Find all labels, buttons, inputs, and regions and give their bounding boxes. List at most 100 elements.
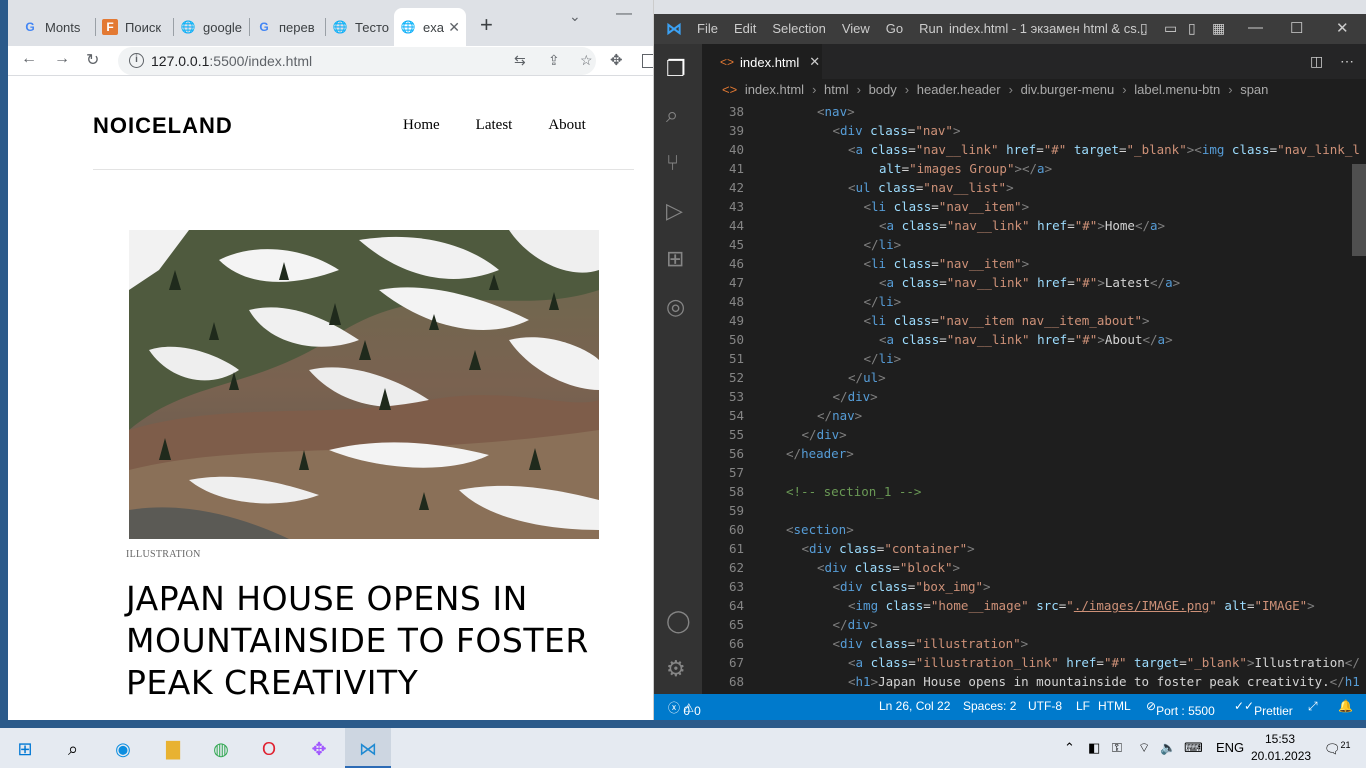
prettier-status[interactable]: ✓✓ Prettier (1234, 699, 1293, 718)
menu-file[interactable]: File (697, 21, 718, 36)
editor-scrollbar[interactable] (1352, 164, 1366, 256)
show-hidden-icons-chevron[interactable]: ⌃ (1064, 740, 1075, 756)
notifications-bell-icon[interactable]: 🔔 (1338, 699, 1353, 713)
breadcrumb-item[interactable]: body (869, 82, 897, 97)
toggle-secondary-sidebar-icon[interactable]: ▯ (1188, 20, 1196, 37)
code-line[interactable]: <a class="illustration_link" href="#" ta… (848, 655, 1360, 670)
explorer-icon[interactable]: ❐ (666, 56, 686, 82)
browser-tab[interactable]: G перев (250, 8, 326, 46)
code-line[interactable]: </header> (786, 446, 854, 461)
menu-edit[interactable]: Edit (734, 21, 756, 36)
cursor-position[interactable]: Ln 26, Col 22 (879, 699, 950, 713)
edge-devtools-icon[interactable]: ◎ (666, 294, 685, 320)
browser-tab[interactable]: 🌐 google (174, 8, 250, 46)
back-arrow-icon[interactable]: ← (21, 50, 37, 68)
close-window-button[interactable]: ✕ (1336, 19, 1349, 37)
side-panel-icon[interactable] (642, 54, 653, 68)
toggle-sidebar-icon[interactable]: ▯ (1140, 20, 1148, 37)
split-editor-icon[interactable]: ◫ (1310, 53, 1323, 70)
address-bar[interactable]: i 127.0.0.1:5500/index.html ⇆ ⇪ ☆ (118, 47, 596, 75)
extensions-puzzle-icon[interactable]: ✥ (610, 51, 623, 69)
windows-start-icon[interactable]: ⊞ (12, 736, 38, 762)
menu-selection[interactable]: Selection (772, 21, 825, 36)
language-mode[interactable]: HTML (1098, 699, 1131, 713)
code-editor[interactable]: 38 <nav> 39 <div class="nav"> 40 <a class="na… (702, 104, 1366, 694)
new-tab-button[interactable]: + (480, 14, 493, 36)
breadcrumb-item[interactable]: header.header (917, 82, 1001, 97)
browser-tab[interactable]: F Поиск (96, 8, 174, 46)
nav-link-about[interactable]: About (548, 117, 586, 134)
close-editor-icon[interactable]: ✕ (809, 54, 820, 70)
clock[interactable]: 15:53 20.01.2023 (1251, 731, 1311, 765)
breadcrumb-item[interactable]: span (1240, 82, 1268, 97)
code-line[interactable]: <a class="nav__link" href="#" target="_b… (848, 142, 1360, 157)
run-debug-icon[interactable]: ▷ (666, 198, 683, 224)
code-line[interactable]: <div class="nav"> (833, 123, 961, 138)
accounts-icon[interactable]: ◯ (666, 608, 691, 634)
keyboard-icon[interactable]: ⌨ (1184, 740, 1203, 756)
code-line[interactable]: alt="images Group"></a> (879, 161, 1052, 176)
vscode-icon[interactable]: ⋈ (355, 736, 381, 762)
indentation[interactable]: Spaces: 2 (963, 699, 1016, 713)
file-explorer-icon[interactable]: ▇ (160, 736, 186, 762)
code-line[interactable]: <div class="block"> (817, 560, 960, 575)
volume-icon[interactable]: 🔈 (1160, 740, 1176, 756)
code-line[interactable]: <img class="home__image" src="./images/I… (848, 598, 1315, 613)
editor-tab-index-html[interactable]: <> index.html ✕ (702, 44, 822, 79)
site-logo[interactable]: NOICELAND (93, 113, 233, 139)
code-line[interactable]: </ul> (848, 370, 886, 385)
code-line[interactable]: <a class="nav__link" href="#">Home</a> (879, 218, 1165, 233)
translate-icon[interactable]: ⇆ (514, 52, 526, 69)
code-line[interactable]: <!-- section_1 --> (786, 484, 921, 499)
maximize-button[interactable]: ☐ (1290, 19, 1303, 37)
more-actions-icon[interactable]: ⋯ (1340, 53, 1354, 70)
code-line[interactable]: <li class="nav__item"> (864, 199, 1030, 214)
opera-icon[interactable]: O (256, 736, 282, 762)
browser-tab[interactable]: 🌐 Тесто (326, 8, 402, 46)
search-icon[interactable]: ⌕ (666, 102, 678, 128)
live-server-port[interactable]: ⊘ Port : 5500 (1146, 699, 1215, 718)
breadcrumb-item[interactable]: label.menu-btn (1134, 82, 1220, 97)
share-icon[interactable]: ⇪ (548, 52, 560, 69)
language-indicator[interactable]: ENG (1216, 740, 1244, 755)
toggle-panel-icon[interactable]: ▭ (1164, 20, 1177, 37)
feedback-icon[interactable]: ⤢ (1308, 699, 1318, 714)
end-of-line[interactable]: LF (1076, 699, 1090, 713)
edge-icon[interactable]: ◉ (110, 736, 136, 762)
tray-app-icon[interactable]: ◧ (1088, 740, 1100, 756)
chrome-icon[interactable]: ◍ (208, 736, 234, 762)
bookmark-star-icon[interactable]: ☆ (580, 52, 593, 69)
figma-icon[interactable]: ✥ (306, 736, 332, 762)
code-line[interactable]: </div> (833, 617, 878, 632)
code-line[interactable]: <ul class="nav__list"> (848, 180, 1014, 195)
problems-indicator[interactable]: ⓧ 0 ⚠ 0 (668, 699, 701, 718)
nav-link-latest[interactable]: Latest (476, 117, 513, 134)
wifi-icon[interactable]: ⌔ (1138, 740, 1150, 756)
menu-go[interactable]: Go (886, 21, 903, 36)
menu-run[interactable]: Run (919, 21, 943, 36)
code-line[interactable]: <section> (786, 522, 854, 537)
code-line[interactable]: <div class="box_img"> (833, 579, 991, 594)
nav-link-home[interactable]: Home (403, 117, 440, 134)
code-line[interactable]: </div> (802, 427, 847, 442)
article-category[interactable]: ILLUSTRATION (126, 549, 201, 560)
code-line[interactable]: <nav> (817, 104, 855, 119)
code-line[interactable]: </li> (864, 294, 902, 309)
code-line[interactable]: </li> (864, 351, 902, 366)
code-line[interactable]: <div class="illustration"> (833, 636, 1029, 651)
tab-search-chevron-icon[interactable]: ⌄ (569, 8, 581, 25)
breadcrumb-item[interactable]: index.html (745, 82, 804, 97)
settings-gear-icon[interactable]: ⚙ (666, 656, 686, 682)
customize-layout-icon[interactable]: ▦ (1212, 20, 1225, 37)
encoding[interactable]: UTF-8 (1028, 699, 1062, 713)
browser-tab[interactable]: G Monts (16, 8, 96, 46)
tray-app-icon[interactable]: ⚿ (1112, 740, 1122, 756)
extensions-icon[interactable]: ⊞ (666, 246, 684, 272)
search-icon[interactable]: ⌕ (60, 736, 86, 762)
code-line[interactable]: <a class="nav__link" href="#">About</a> (879, 332, 1173, 347)
close-tab-icon[interactable]: ✕ (448, 19, 460, 36)
forward-arrow-icon[interactable]: → (54, 50, 70, 68)
code-line[interactable]: </nav> (817, 408, 862, 423)
code-line[interactable]: <h1>Japan House opens in mountainside to… (848, 674, 1360, 689)
source-control-icon[interactable]: ⑂ (666, 150, 679, 176)
